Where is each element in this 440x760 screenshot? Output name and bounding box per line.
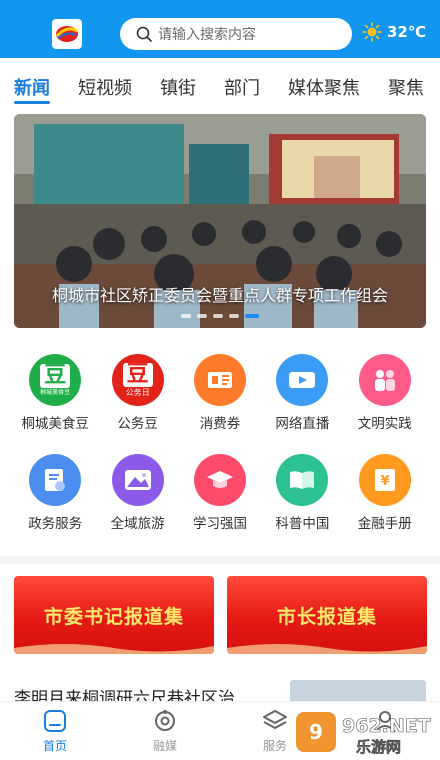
banner-caption: 桐城市社区矫正委员会暨重点人群专项工作组会 xyxy=(51,286,388,305)
service-study[interactable]: 学习强国 xyxy=(179,454,261,532)
service-government[interactable]: 政务服务 xyxy=(14,454,96,532)
nav-home[interactable]: 首页 xyxy=(0,702,110,760)
tab-media-focus[interactable]: 媒体聚焦 xyxy=(288,58,360,108)
layers-icon xyxy=(263,710,287,729)
tab-departments[interactable]: 部门 xyxy=(224,58,260,108)
people-icon xyxy=(358,354,411,406)
service-grid: 豆 桐城美食豆 桐城美食豆 豆 公务日 公务豆 消费券 网络直播 文明实践 政务… xyxy=(14,354,426,532)
service-tongcheng-food-bean[interactable]: 豆 桐城美食豆 桐城美食豆 xyxy=(14,354,96,432)
svg-text:9: 9 xyxy=(309,720,323,744)
service-official-bean[interactable]: 豆 公务日 公务豆 xyxy=(96,354,178,432)
card-label: 市委书记报道集 xyxy=(43,605,184,628)
service-label: 桐城美食豆 xyxy=(21,416,89,432)
weather-widget[interactable]: 32℃ xyxy=(362,22,426,42)
tab-news[interactable]: 新闻 xyxy=(14,58,50,108)
home-icon xyxy=(44,710,66,732)
service-label: 科普中国 xyxy=(275,516,330,532)
nav-label: 服务 xyxy=(262,739,287,753)
service-label: 网络直播 xyxy=(275,416,330,432)
app-header: 请输入搜索内容 32℃ xyxy=(0,0,440,58)
document-icon xyxy=(29,454,82,506)
bean-icon: 豆 公务日 xyxy=(111,354,164,406)
svg-text:¥: ¥ xyxy=(380,474,389,489)
nav-label: 融媒 xyxy=(152,739,177,753)
coupon-icon xyxy=(193,354,246,406)
carousel-dot[interactable] xyxy=(213,314,223,318)
nav-label: 首页 xyxy=(42,739,67,753)
card-label: 市长报道集 xyxy=(276,605,377,628)
carousel-dots xyxy=(14,314,426,318)
service-finance[interactable]: ¥ 金融手册 xyxy=(344,454,426,532)
carousel-dot[interactable] xyxy=(197,314,207,318)
service-coupons[interactable]: 消费券 xyxy=(179,354,261,432)
sun-icon xyxy=(362,22,382,42)
service-label: 全域旅游 xyxy=(110,516,165,532)
svg-text:962.NET: 962.NET xyxy=(342,715,431,737)
search-icon xyxy=(136,26,152,42)
landscape-icon xyxy=(111,454,164,506)
service-label: 学习强国 xyxy=(192,516,247,532)
news-banner[interactable]: 桐城市社区矫正委员会暨重点人群专项工作组会 xyxy=(14,114,426,328)
media-icon xyxy=(155,710,175,731)
service-label: 政务服务 xyxy=(28,516,83,532)
site-watermark: 9 962.NET 乐游网 xyxy=(296,712,431,756)
service-label: 公务豆 xyxy=(117,416,158,432)
card-wave-decoration xyxy=(227,644,427,654)
search-input[interactable]: 请输入搜索内容 xyxy=(120,18,352,50)
tab-short-video[interactable]: 短视频 xyxy=(78,58,132,108)
service-label: 文明实践 xyxy=(357,416,412,432)
temperature: 32℃ xyxy=(387,23,427,41)
app-logo[interactable] xyxy=(52,19,82,49)
graduation-cap-icon xyxy=(193,454,246,506)
carousel-dot[interactable] xyxy=(229,314,239,318)
section-divider xyxy=(0,556,440,564)
bean-icon: 豆 桐城美食豆 xyxy=(29,354,82,406)
service-live-stream[interactable]: 网络直播 xyxy=(261,354,343,432)
nav-media[interactable]: 融媒 xyxy=(110,702,220,760)
service-label: 消费券 xyxy=(199,416,241,432)
svg-text:乐游网: 乐游网 xyxy=(356,738,401,756)
service-tourism[interactable]: 全域旅游 xyxy=(96,454,178,532)
service-label: 金融手册 xyxy=(357,516,412,532)
search-placeholder: 请输入搜索内容 xyxy=(158,27,256,43)
tab-towns[interactable]: 镇街 xyxy=(160,58,196,108)
category-tabs: 新闻 短视频 镇街 部门 媒体聚焦 聚焦 xyxy=(0,58,440,108)
video-icon xyxy=(276,354,329,406)
book-icon xyxy=(276,454,329,506)
service-civilization-practice[interactable]: 文明实践 xyxy=(344,354,426,432)
finance-icon: ¥ xyxy=(358,454,411,506)
card-wave-decoration xyxy=(14,644,214,654)
mayor-reports-card[interactable]: 市长报道集 xyxy=(227,576,427,654)
party-secretary-reports-card[interactable]: 市委书记报道集 xyxy=(14,576,214,654)
tab-focus[interactable]: 聚焦 xyxy=(388,58,424,108)
service-science[interactable]: 科普中国 xyxy=(261,454,343,532)
carousel-dot-active[interactable] xyxy=(245,314,259,318)
carousel-dot[interactable] xyxy=(181,314,191,318)
